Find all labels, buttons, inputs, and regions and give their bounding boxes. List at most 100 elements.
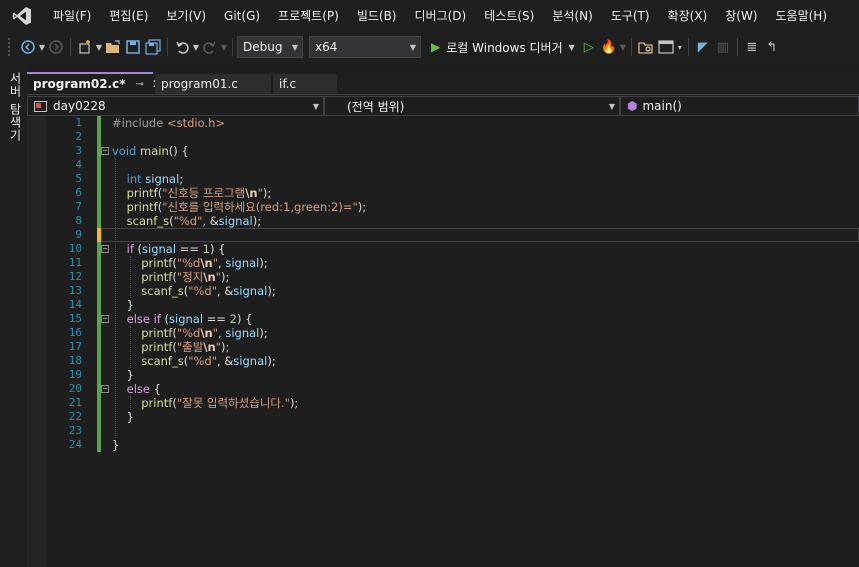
code-line[interactable]: 21 printf("잘못 입력하셨습니다."); [46,396,859,410]
new-dropdown-chevron-icon[interactable]: ▼ [95,36,103,58]
code-line[interactable]: 18 scanf_s("%d", &signal); [46,354,859,368]
line-number: 10 [68,242,82,255]
fold-toggle-icon[interactable]: − [101,147,109,155]
hot-reload-icon[interactable]: 🔥 [599,36,619,58]
change-indicator [97,116,101,228]
start-debugging-label: 로컬 Windows 디버거 [446,40,563,55]
code-line[interactable]: 4 [46,158,859,172]
solution-platform-select[interactable]: x64 ▼ [309,36,421,58]
code-line[interactable]: 3 − void main() { [46,144,859,158]
toolbar-separator [687,38,689,56]
code-line[interactable]: 2 [46,130,859,144]
member-select[interactable]: ⬢ main() [620,96,859,116]
new-project-icon[interactable] [75,36,95,58]
code-line[interactable]: 19 } [46,368,859,382]
line-number: 14 [68,298,82,311]
save-all-icon[interactable] [143,36,163,58]
code-text: if (signal == 1) { [126,242,226,256]
line-number: 17 [68,340,82,353]
menu-item[interactable]: Git(G) [215,0,269,32]
indent-guide [130,396,131,410]
code-line[interactable]: 20 − else { [46,382,859,396]
menu-item[interactable]: 도움말(H) [767,0,837,32]
code-line[interactable]: 24} [46,438,859,452]
code-text: printf("신호등 프로그램\n"); [126,186,272,200]
window-layout-icon[interactable] [656,36,676,58]
code-line[interactable]: 6 printf("신호등 프로그램\n"); [46,186,859,200]
start-without-debugging-icon[interactable]: ▷ [579,36,599,58]
line-number: 2 [75,130,82,143]
line-number: 23 [68,424,82,437]
undo-dropdown-chevron-icon[interactable]: ▼ [192,36,200,58]
indent-guide [130,326,131,368]
code-line[interactable]: 13 scanf_s("%d", &signal); [46,284,859,298]
chevron-down-icon: ▼ [608,101,615,111]
redo-icon[interactable] [200,36,220,58]
menu-item[interactable]: 확장(X) [659,0,717,32]
menu-item[interactable]: 분석(N) [543,0,601,32]
menu-item[interactable]: 파일(F) [44,0,100,32]
toolbar-separator [167,38,168,56]
navigate-forward-icon[interactable] [46,36,66,58]
code-line[interactable]: 23 [46,424,859,438]
visual-studio-logo-icon[interactable] [0,0,44,32]
code-line[interactable]: 16 printf("%d\n", signal); [46,326,859,340]
code-line[interactable]: 11 printf("%d\n", signal); [46,256,859,270]
indicator-margin[interactable] [27,116,46,567]
code-line[interactable]: 1 #include <stdio.h> [46,116,859,130]
code-text: scanf_s("%d", &signal); [126,214,262,228]
code-text: printf("%d\n", signal); [141,326,268,340]
fold-toggle-icon[interactable]: − [101,245,109,253]
chevron-down-icon: ▼ [291,42,298,52]
open-folder-icon[interactable] [103,36,123,58]
code-line[interactable]: 22 } [46,410,859,424]
server-explorer-tab[interactable]: 서버 탐색기 [7,72,24,142]
code-line[interactable]: 15 − else if (signal == 2) { [46,312,859,326]
code-line[interactable]: 14 } [46,298,859,312]
scope-select[interactable]: (전역 범위) ▼ [324,96,620,116]
menu-item[interactable]: 빌드(B) [348,0,406,32]
solution-configuration-select[interactable]: Debug ▼ [237,36,303,58]
hot-reload-dropdown-chevron-icon[interactable]: ▼ [619,36,627,58]
save-icon[interactable] [123,36,143,58]
line-number: 11 [68,256,82,269]
pin-icon[interactable]: ⊸ [136,79,144,90]
tab-program01[interactable]: program01.c [155,74,271,94]
menu-item[interactable]: 편집(E) [100,0,157,32]
browse-folder-icon[interactable] [636,36,656,58]
code-line[interactable]: 8 scanf_s("%d", &signal); [46,214,859,228]
tab-if[interactable]: if.c [273,74,337,94]
menu-item[interactable]: 디버그(D) [406,0,476,32]
redo-dropdown-chevron-icon[interactable]: ▼ [220,36,228,58]
start-debugging-button[interactable]: ▶ 로컬 Windows 디버거 ▼ [427,36,579,58]
line-number: 21 [68,396,82,409]
select-element-icon[interactable]: ◤ [693,36,713,58]
comment-block-icon[interactable]: ▥ [713,36,733,58]
toggle-comment-icon[interactable]: ↰ [762,36,782,58]
navigate-back-icon[interactable] [18,36,38,58]
project-select[interactable]: day0228 ▼ [27,96,324,116]
indent-guide [130,256,131,298]
layout-dropdown-chevron-icon[interactable]: ▾ [676,36,684,58]
change-indicator [97,242,101,452]
line-number: 19 [68,368,82,381]
code-line[interactable]: 10 − if (signal == 1) { [46,242,859,256]
fold-toggle-icon[interactable]: − [101,315,109,323]
menu-item[interactable]: 도구(T) [602,0,659,32]
toolbar-grip[interactable] [8,38,12,56]
code-line[interactable]: 5 int signal; [46,172,859,186]
back-dropdown-chevron-icon[interactable]: ▼ [38,36,46,58]
code-line[interactable]: 12 printf("정지\n"); [46,270,859,284]
tab-program02[interactable]: program02.c* ⊸ ✕ [27,72,162,94]
undo-icon[interactable] [172,36,192,58]
code-line[interactable]: 17 printf("출발\n"); [46,340,859,354]
line-number: 22 [68,410,82,423]
outdent-icon[interactable]: ≣ [742,36,762,58]
menu-item[interactable]: 창(W) [716,0,766,32]
menu-item[interactable]: 보기(V) [157,0,215,32]
menu-item[interactable]: 프로젝트(P) [269,0,348,32]
fold-toggle-icon[interactable]: − [101,385,109,393]
code-line[interactable]: 7 printf("신호를 입력하세요(red:1,green:2)="); [46,200,859,214]
code-editor[interactable]: 1 #include <stdio.h> 2 3− void main() {4 5 in… [27,116,859,567]
menu-item[interactable]: 테스트(S) [475,0,543,32]
